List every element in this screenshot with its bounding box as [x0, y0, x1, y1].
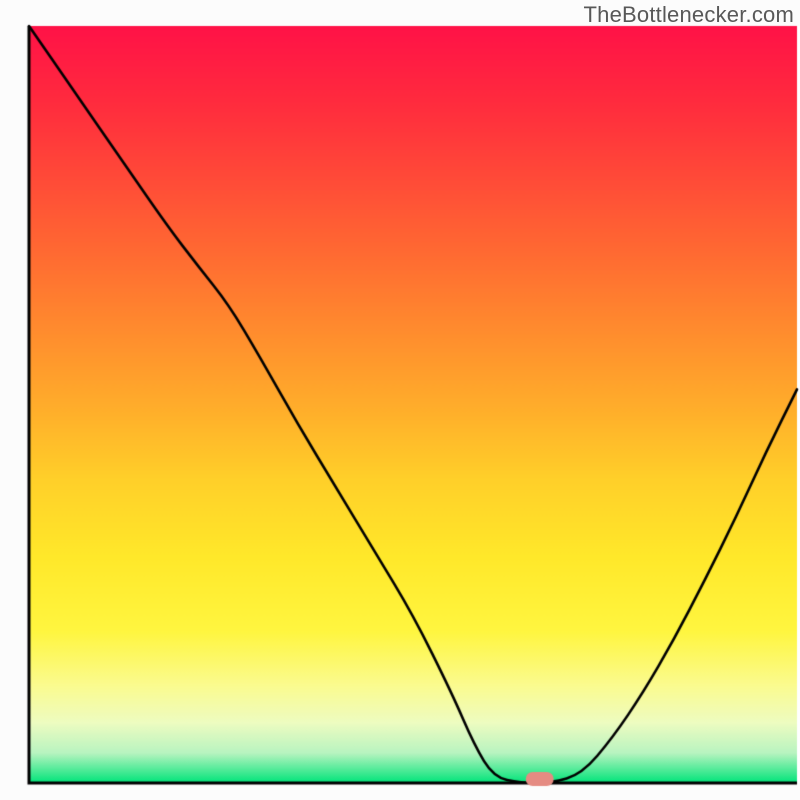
attribution-text: TheBottlenecker.com — [584, 2, 794, 28]
bottleneck-chart — [0, 0, 800, 800]
